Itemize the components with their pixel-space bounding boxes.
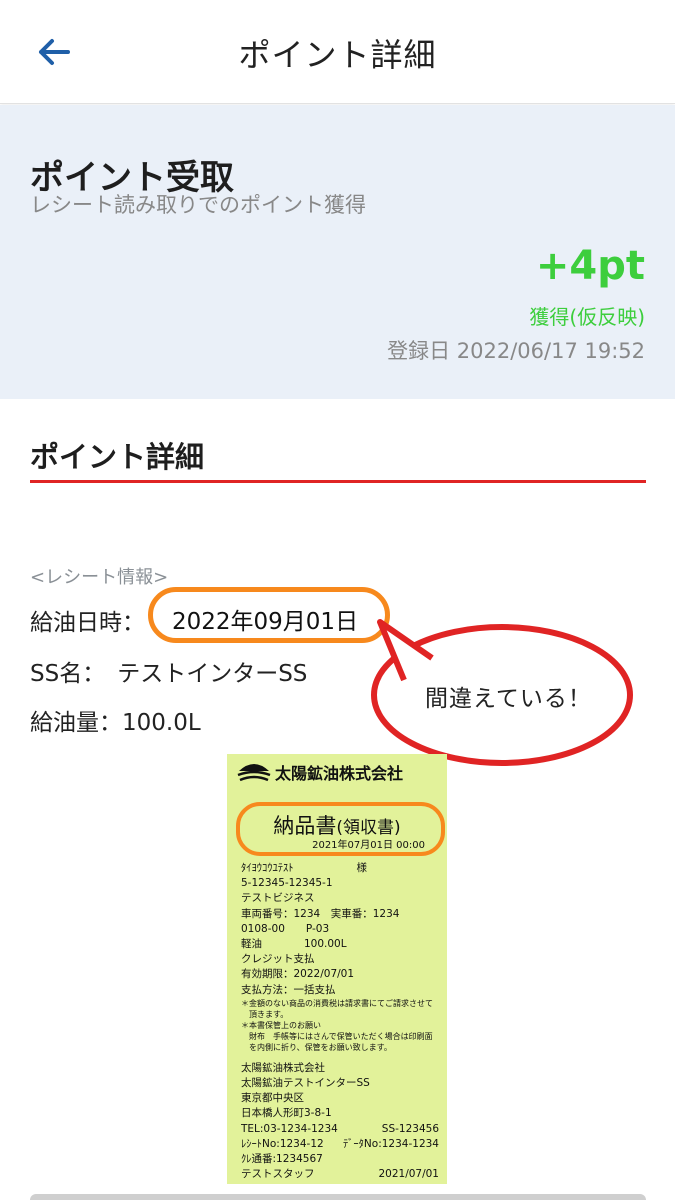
fuel-datetime-label: 給油日時： [30,610,145,636]
receipt-tel-row: TEL:03-1234-1234 SS-123456 [241,1122,439,1137]
receipt-body: ﾀｲﾖｳｺｳﾕﾃｽﾄ 様 5-12345-12345-1 テストビジネス 車両番… [241,861,439,1182]
receipt-company: 太陽鉱油株式会社 [275,764,404,783]
receipt-footer-line: 太陽鉱油株式会社 [241,1061,325,1074]
receipt-line: テストビジネス [241,892,315,905]
receipt-line: 軽油 100.00L [241,938,347,951]
receipt-date-highlight-oval [236,802,445,856]
receipt-line: 有効期限：2022/07/01 [241,968,355,981]
points-status: 獲得(仮反映) [529,305,645,329]
receipt-image: 太陽鉱油株式会社 納品書(領収書) 2021年07月01日 00:00 ﾀｲﾖｳ… [227,754,447,1184]
receipt-tel: TEL:03-1234-1234 [241,1122,338,1135]
points-earned: +4pt [535,243,645,289]
receipt-number-row: ﾚｼｰﾄNo:1234-12 ﾃﾞｰﾀNo:1234-1234 [241,1137,439,1152]
receipt-card-number: ｸﾚ通番:1234567 [241,1153,323,1166]
receipt-staff-date: 2021/07/01 [378,1168,439,1181]
fuel-amount-value: 100.0L [122,710,201,736]
receipt-footer-line: 日本橋人形町3-8-1 [241,1107,332,1120]
ss-name-row: SS名： テストインターSS [30,654,307,688]
receipt-info-label: <レシート情報> [30,567,169,588]
receipt-staff: テストスタッフ [241,1168,315,1181]
summary-subtitle: レシート読み取りでのポイント獲得 [30,193,366,217]
receipt-line: ﾀｲﾖｳｺｳﾕﾃｽﾄ 様 [241,862,367,874]
receipt-ss-code: SS-123456 [381,1122,439,1135]
ss-name-label: SS名： [30,661,106,687]
registered-date: 登録日 2022/06/17 19:52 [387,339,645,363]
receipt-note: ＊金額のない商品の消費税は請求書にてご請求させて [241,998,433,1008]
receipt-line: 0108-00 P-03 [241,922,330,935]
receipt-line: 車両番号：1234 実車番：1234 [241,907,400,920]
section-divider [30,480,646,483]
fuel-datetime-value: 2022年09月01日 [172,609,359,635]
fuel-amount-row: 給油量：100.0L [30,703,201,737]
receipt-spacer [241,1053,439,1061]
receipt-note: を内側に折り、保管をお願い致します。 [241,1042,392,1052]
section-title: ポイント詳細 [30,440,205,474]
receipt-staff-row: テストスタッフ 2021/07/01 [241,1167,439,1182]
ss-name-value: テストインターSS [117,661,308,687]
app-header: ポイント詳細 [0,0,675,104]
receipt-line: 支払方法：一括支払 [241,983,336,996]
receipt-note: ＊本書保管上のお願い [241,1020,321,1030]
receipt-note: 頂きます。 [241,1009,289,1019]
fuel-amount-label: 給油量： [30,710,122,736]
receipt-line: クレジット支払 [241,953,315,966]
page-title: ポイント詳細 [238,36,437,74]
receipt-footer-line: 太陽鉱油テストインターSS [241,1077,370,1090]
receipt-note: 財布 手帳等にはさんで保管いただく場合は印刷面 [241,1031,433,1041]
point-summary-card: ポイント受取 レシート読み取りでのポイント獲得 +4pt 獲得(仮反映) 登録日… [0,105,675,399]
receipt-number: ﾚｼｰﾄNo:1234-12 [241,1137,324,1150]
bottom-scroll-indicator [30,1194,646,1200]
receipt-footer-line: 東京都中央区 [241,1092,304,1105]
receipt-data-number: ﾃﾞｰﾀNo:1234-1234 [342,1137,439,1150]
receipt-header: 太陽鉱油株式会社 [237,760,403,784]
company-logo-icon [237,764,271,782]
fuel-datetime-row: 給油日時： [30,603,145,637]
receipt-line: 5-12345-12345-1 [241,877,333,890]
callout-text: 間違えている！ [425,686,592,712]
